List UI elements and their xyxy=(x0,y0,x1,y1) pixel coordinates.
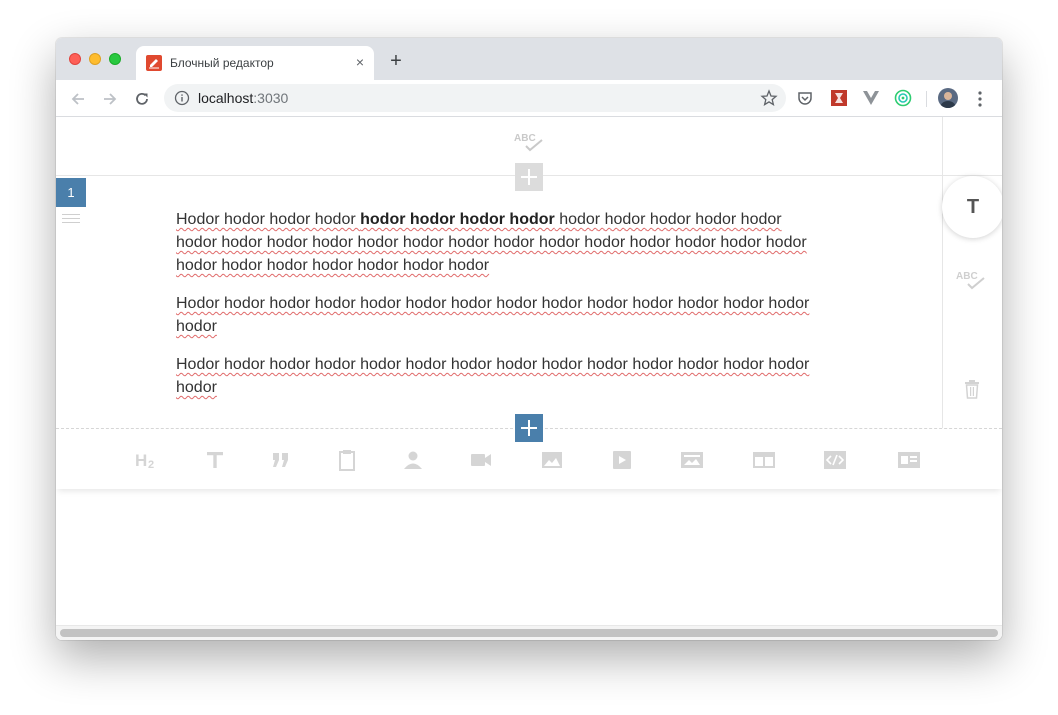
url-host: localhost xyxy=(198,90,254,106)
close-window-button[interactable] xyxy=(69,53,81,65)
heading-h2-icon[interactable]: H2 xyxy=(135,449,161,471)
reload-icon[interactable] xyxy=(132,89,152,109)
add-block-button[interactable] xyxy=(515,414,543,442)
svg-text:2: 2 xyxy=(148,459,154,471)
clipboard-icon[interactable] xyxy=(334,449,360,471)
drag-handle-icon[interactable] xyxy=(62,214,80,224)
card-icon[interactable] xyxy=(896,449,922,471)
new-tab-button[interactable]: + xyxy=(386,51,406,71)
red-extension-icon[interactable] xyxy=(830,89,848,107)
tab-close-icon[interactable]: × xyxy=(356,54,364,70)
code-icon[interactable] xyxy=(822,449,848,471)
add-block-above-button[interactable] xyxy=(515,163,543,191)
editor-page: ABC T ABC 1 Hodor hodor hodor hodor hodo… xyxy=(56,117,1002,640)
text-icon[interactable] xyxy=(202,449,228,471)
bookmark-star-icon[interactable] xyxy=(760,89,778,107)
editor-favicon-icon xyxy=(146,55,162,71)
url-text: localhost:3030 xyxy=(198,90,288,106)
vue-devtools-icon[interactable] xyxy=(862,89,880,107)
profile-avatar[interactable] xyxy=(938,88,958,108)
spellcheck-icon[interactable]: ABC xyxy=(514,131,546,153)
browser-toolbar: localhost:3030 xyxy=(56,80,1002,117)
video-play-icon[interactable] xyxy=(609,449,635,471)
url-port: :3030 xyxy=(253,90,289,106)
delete-block-icon[interactable] xyxy=(964,379,980,399)
svg-text:ABC: ABC xyxy=(514,133,536,144)
tab-strip: Блочный редактор × + xyxy=(56,38,1002,80)
site-info-icon[interactable] xyxy=(174,90,190,106)
address-bar[interactable]: localhost:3030 xyxy=(164,84,786,112)
horizontal-scrollbar[interactable] xyxy=(56,625,1002,640)
paragraph[interactable]: Hodor hodor hodor hodor hodor hodor hodo… xyxy=(176,353,826,399)
tab-title: Блочный редактор xyxy=(170,56,274,70)
toolbar-separator xyxy=(926,91,927,107)
layout-icon[interactable] xyxy=(751,449,777,471)
video-camera-icon[interactable] xyxy=(468,449,494,471)
scrollbar-thumb[interactable] xyxy=(60,629,998,637)
block-number-badge: 1 xyxy=(56,178,86,207)
pocket-extension-icon[interactable] xyxy=(796,89,814,107)
forward-arrow-icon[interactable] xyxy=(100,89,120,109)
svg-text:ABC: ABC xyxy=(956,271,978,282)
person-icon[interactable] xyxy=(400,449,426,471)
paragraph[interactable]: Hodor hodor hodor hodor hodor hodor hodo… xyxy=(176,292,826,338)
block-spellcheck-icon[interactable]: ABC xyxy=(956,269,988,291)
back-arrow-icon[interactable] xyxy=(68,89,88,109)
quote-icon[interactable] xyxy=(268,449,294,471)
chrome-menu-icon[interactable] xyxy=(974,90,986,108)
image-icon[interactable] xyxy=(539,449,565,471)
paragraph[interactable]: Hodor hodor hodor hodor hodor hodor hodo… xyxy=(176,208,826,277)
gallery-icon[interactable] xyxy=(679,449,705,471)
svg-text:H: H xyxy=(135,451,147,470)
browser-window: Блочный редактор × + localhost:3030 ABC xyxy=(56,38,1002,640)
maximize-window-button[interactable] xyxy=(109,53,121,65)
green-extension-icon[interactable] xyxy=(894,89,912,107)
paragraph-text: Hodor hodor hodor hodor xyxy=(176,211,361,228)
minimize-window-button[interactable] xyxy=(89,53,101,65)
bold-text: hodor hodor hodor hodor xyxy=(360,211,555,228)
text-block[interactable]: Hodor hodor hodor hodor hodor hodor hodo… xyxy=(176,208,826,414)
browser-tab[interactable]: Блочный редактор × xyxy=(136,46,374,80)
text-format-button[interactable]: T xyxy=(942,176,1002,238)
